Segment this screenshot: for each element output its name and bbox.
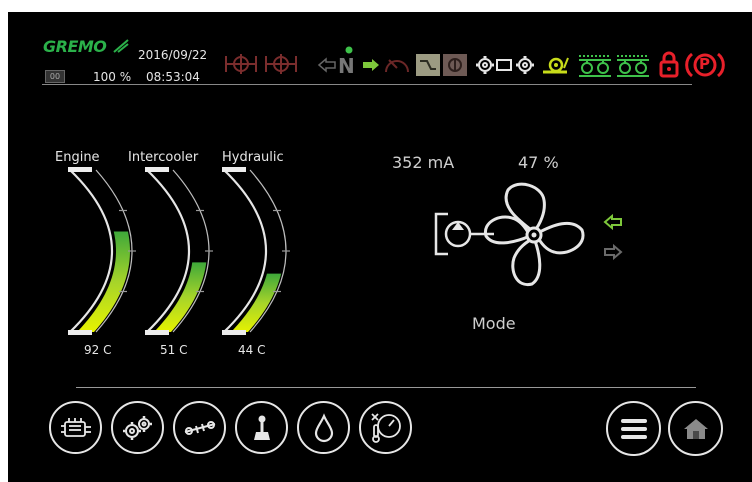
gauge-value-engine: 92 C bbox=[84, 343, 112, 357]
temperature-button[interactable] bbox=[359, 401, 412, 454]
oil-drop-icon bbox=[314, 412, 333, 442]
gears-button[interactable] bbox=[111, 401, 164, 454]
home-icon bbox=[683, 418, 708, 439]
gauge-top-cap bbox=[68, 167, 92, 172]
gauge-value-hydraulic: 44 C bbox=[238, 343, 266, 357]
gauge-bottom-cap bbox=[68, 330, 92, 335]
fan-icon[interactable] bbox=[478, 180, 590, 290]
joystick-button[interactable] bbox=[235, 401, 288, 454]
footer-divider bbox=[76, 387, 696, 388]
gauge-bottom-cap bbox=[222, 330, 246, 335]
gauge-bottom-cap bbox=[145, 330, 169, 335]
temperature-gauge-icon bbox=[370, 412, 401, 443]
joystick-icon bbox=[253, 415, 270, 440]
gauge-top-cap bbox=[222, 167, 246, 172]
engine-icon bbox=[60, 417, 91, 437]
menu-icon bbox=[620, 418, 647, 439]
oil-button[interactable] bbox=[297, 401, 350, 454]
fan-percent-readout: 47 % bbox=[518, 153, 559, 172]
fan-mode-label[interactable]: Mode bbox=[472, 314, 516, 333]
fan-direction-right-arrow[interactable] bbox=[604, 243, 623, 261]
home-button[interactable] bbox=[668, 401, 723, 456]
gears-icon bbox=[122, 415, 152, 440]
driveshaft-icon bbox=[184, 420, 215, 435]
engine-button[interactable] bbox=[49, 401, 102, 454]
menu-button[interactable] bbox=[606, 401, 661, 456]
fan-direction-left-arrow[interactable] bbox=[603, 213, 622, 231]
gauge-top-cap bbox=[145, 167, 169, 172]
gauge-value-intercooler: 51 C bbox=[160, 343, 188, 357]
gauge-fill bbox=[154, 262, 207, 332]
fan-current-readout: 352 mA bbox=[392, 153, 455, 172]
driveshaft-button[interactable] bbox=[173, 401, 226, 454]
gauge-fill bbox=[231, 273, 282, 332]
